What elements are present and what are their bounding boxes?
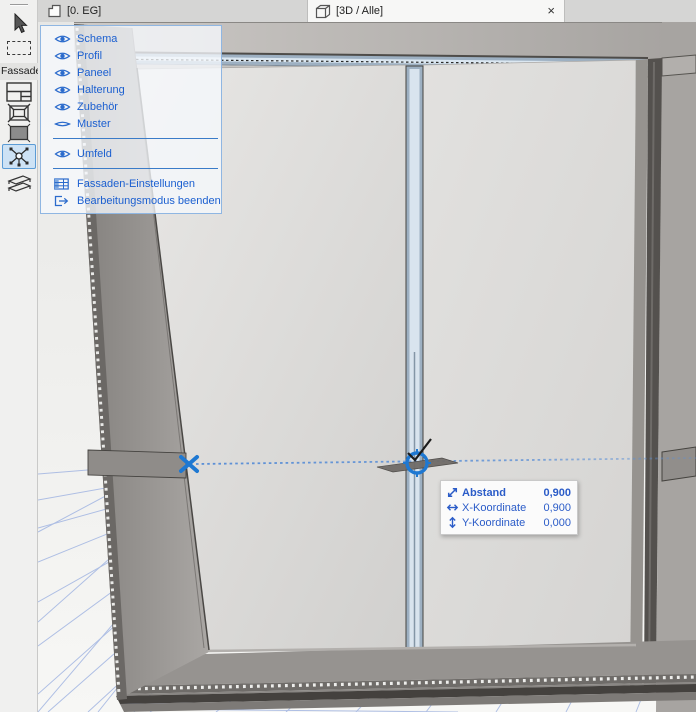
tracker-label: X-Koordinate	[462, 502, 543, 514]
tab-bar: [0. EG] [3D / Alle] ×	[38, 0, 696, 22]
vis-item-profil[interactable]: Profil	[41, 47, 221, 64]
vis-item-zubehoer[interactable]: Zubehör	[41, 98, 221, 115]
junction-tool-button[interactable]	[2, 144, 36, 169]
vis-item-paneel[interactable]: Paneel	[41, 64, 221, 81]
vis-item-label: Profil	[77, 50, 102, 62]
vis-item-label: Umfeld	[77, 148, 112, 160]
eye-open-icon	[54, 84, 71, 96]
panel-separator	[53, 168, 218, 169]
horizontal-arrow-icon	[446, 501, 462, 514]
exit-edit-mode-label: Bearbeitungsmodus beenden	[77, 195, 221, 207]
junction-icon	[6, 145, 32, 168]
eye-open-icon	[54, 67, 71, 79]
tab-label: [0. EG]	[67, 5, 101, 17]
panel-separator	[53, 138, 218, 139]
vis-item-umfeld[interactable]: Umfeld	[41, 145, 221, 162]
visibility-panel: Schema Profil Paneel Halterung Zubehör M…	[40, 25, 222, 214]
vis-item-label: Halterung	[77, 84, 125, 96]
vis-item-label: Schema	[77, 33, 117, 45]
tracker-row-distance: Abstand 0,900	[446, 485, 571, 500]
eye-open-icon	[54, 101, 71, 113]
eye-closed-icon	[54, 118, 71, 130]
floor-plan-icon	[47, 4, 62, 18]
3d-view-icon	[315, 4, 331, 19]
eye-open-icon	[54, 148, 71, 160]
vis-item-label: Paneel	[77, 67, 111, 79]
scheme-grid-icon	[6, 82, 32, 102]
accessory-tool-button[interactable]	[3, 173, 35, 195]
tracker-row-y: Y-Koordinate 0,000	[446, 515, 571, 530]
layers-icon	[6, 174, 32, 195]
diagonal-arrow-icon	[446, 486, 462, 499]
marquee-icon	[7, 41, 31, 55]
tab-floor-plan[interactable]: [0. EG]	[38, 0, 101, 22]
coordinate-tracker: Abstand 0,900 X-Koordinate 0,900 Y-Koord…	[440, 480, 578, 535]
facade-settings-label: Fassaden-Einstellungen	[77, 178, 195, 190]
panel-icon	[7, 123, 31, 143]
tab-label: [3D / Alle]	[336, 5, 383, 17]
arrow-tool-button[interactable]	[3, 12, 35, 36]
exit-icon	[54, 195, 71, 207]
tracker-row-x: X-Koordinate 0,900	[446, 500, 571, 515]
tab-3d-view[interactable]: [3D / Alle] ×	[307, 0, 565, 22]
tracker-label: Abstand	[462, 487, 543, 499]
tracker-value[interactable]: 0,000	[543, 517, 571, 529]
vis-item-schema[interactable]: Schema	[41, 30, 221, 47]
cursor-arrow-icon	[9, 13, 29, 35]
vis-item-label: Muster	[77, 118, 111, 130]
eye-open-icon	[54, 33, 71, 45]
vertical-arrow-icon	[446, 516, 462, 529]
panel-tool-button[interactable]	[3, 123, 35, 142]
tracker-label: Y-Koordinate	[462, 517, 543, 529]
vis-item-label: Zubehör	[77, 101, 118, 113]
toolbar-handle[interactable]	[10, 4, 28, 6]
facade-settings-item[interactable]: Fassaden-Einstellungen	[41, 175, 221, 192]
close-tab-icon[interactable]: ×	[547, 3, 555, 18]
scheme-tool-button[interactable]	[3, 82, 35, 102]
eye-open-icon	[54, 50, 71, 62]
vis-item-halterung[interactable]: Halterung	[41, 81, 221, 98]
exit-edit-mode-item[interactable]: Bearbeitungsmodus beenden	[41, 192, 221, 209]
marquee-tool-button[interactable]	[3, 39, 35, 57]
settings-table-icon	[54, 178, 71, 190]
app-window: Fassade	[0, 0, 696, 712]
tracker-value[interactable]: 0,900	[543, 502, 571, 514]
frame-tool-button[interactable]	[3, 103, 35, 122]
tracker-value[interactable]: 0,900	[543, 487, 571, 499]
vis-item-muster[interactable]: Muster	[41, 115, 221, 132]
frame-icon	[7, 103, 31, 123]
left-toolbar: Fassade	[0, 0, 38, 712]
toolbar-group-label-fassade: Fassade	[0, 63, 38, 80]
